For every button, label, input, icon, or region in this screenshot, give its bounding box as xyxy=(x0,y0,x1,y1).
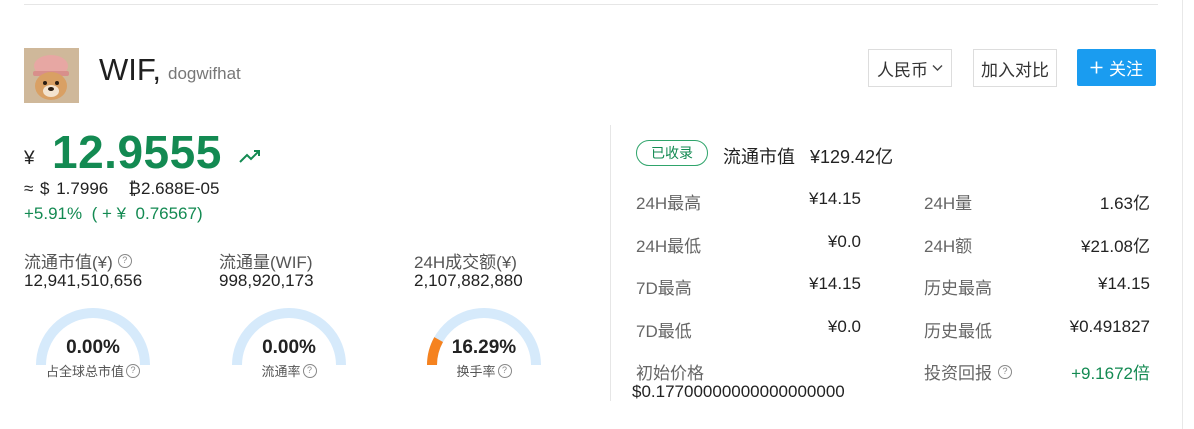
stat-value-24h-turnover: 2,107,882,880 xyxy=(414,271,523,290)
top-divider xyxy=(24,4,1158,5)
stat-label-text: 流通市值(¥) xyxy=(24,253,113,272)
price-change: +5.91% ( + ¥ 0.76567) xyxy=(24,204,203,223)
detail-label: 24H额 xyxy=(924,237,973,256)
current-price: 12.9555 xyxy=(52,126,222,178)
detail-label: 24H最高 xyxy=(636,194,702,213)
gauge-label: 换手率 ? xyxy=(422,361,546,380)
approx-prices: ≈ $ 1.7996 ₿2.688E-05 xyxy=(24,179,219,199)
detail-value: ¥21.08亿 xyxy=(1081,237,1150,256)
gauge-label-text: 换手率 xyxy=(456,364,496,379)
gauge-circulation-rate: 0.00% 流通率 ? xyxy=(227,303,351,383)
follow-button[interactable]: 关注 xyxy=(1077,49,1156,86)
approx-usd: ≈ $ 1.7996 xyxy=(24,179,109,198)
market-cap-label: 流通市值 xyxy=(723,147,795,167)
gauge-label-text: 占全球总市值 xyxy=(45,364,124,379)
detail-label-roi: 投资回报 ? xyxy=(924,359,1012,384)
stat-label-circulating-mcap: 流通市值(¥) ? xyxy=(24,248,132,273)
gauge-label-text: 流通率 xyxy=(261,364,301,379)
gauge-value: 0.00% xyxy=(262,337,316,358)
stat-value-supply: 998,920,173 xyxy=(219,271,314,290)
detail-value: ¥0.0 xyxy=(827,317,861,336)
coin-logo xyxy=(24,48,79,103)
help-icon[interactable]: ? xyxy=(302,363,317,378)
market-cap-value: ¥129.42亿 xyxy=(810,147,894,167)
plus-icon xyxy=(1090,61,1103,74)
detail-label: 7D最高 xyxy=(636,279,692,298)
stat-value-circulating-mcap: 12,941,510,656 xyxy=(24,271,143,290)
detail-label: 历史最高 xyxy=(924,279,992,298)
right-divider xyxy=(1182,0,1183,429)
initial-price-value: $0.17700000000000000000 xyxy=(632,382,845,401)
add-compare-label: 加入对比 xyxy=(981,60,1049,80)
coin-name: dogwifhat xyxy=(168,64,241,83)
help-icon[interactable]: ? xyxy=(117,253,132,268)
gauge-value: 16.29% xyxy=(451,337,517,358)
detail-value: ¥14.15 xyxy=(1098,274,1150,293)
detail-value: ¥0.491827 xyxy=(1069,317,1150,336)
detail-value: ¥0.0 xyxy=(827,232,861,251)
gauge-turnover-rate: 16.29% 换手率 ? xyxy=(422,303,546,383)
currency-select[interactable]: 人民币 xyxy=(868,49,952,87)
add-compare-button[interactable]: 加入对比 xyxy=(973,49,1057,87)
detail-label: 历史最低 xyxy=(924,322,992,341)
chevron-down-icon xyxy=(932,65,943,71)
detail-label: 24H最低 xyxy=(636,237,702,256)
stat-label-text: 流通量(WIF) xyxy=(219,253,313,272)
listed-badge: 已收录 xyxy=(636,140,708,166)
follow-label: 关注 xyxy=(1109,60,1143,79)
detail-label: 24H量 xyxy=(924,194,973,213)
initial-price-label: 初始价格 xyxy=(636,364,704,383)
gauge-value: 0.00% xyxy=(66,337,120,358)
gauge-global-share: 0.00% 占全球总市值 ? xyxy=(31,303,155,383)
gauge-label: 占全球总市值 ? xyxy=(31,361,155,380)
detail-value: ¥14.15 xyxy=(809,274,861,293)
help-icon[interactable]: ? xyxy=(998,364,1012,379)
stat-label-24h-turnover: 24H成交额(¥) xyxy=(414,248,517,273)
help-icon[interactable]: ? xyxy=(497,363,512,378)
detail-label: 7D最低 xyxy=(636,322,692,341)
detail-value: ¥14.15 xyxy=(809,189,861,208)
stat-label-supply: 流通量(WIF) xyxy=(219,248,312,273)
approx-btc: ₿2.688E-05 xyxy=(128,179,220,198)
coin-symbol: WIF, xyxy=(99,52,161,87)
currency-select-value: 人民币 xyxy=(877,60,928,80)
stat-label-text: 24H成交额(¥) xyxy=(414,253,517,272)
trend-up-icon xyxy=(238,148,262,169)
help-icon[interactable]: ? xyxy=(126,363,140,378)
section-divider xyxy=(610,125,611,401)
roi-label-text: 投资回报 xyxy=(924,364,992,383)
currency-symbol: ¥ xyxy=(24,148,35,169)
gauge-label: 流通率 ? xyxy=(227,361,351,380)
detail-value-roi: +9.1672倍 xyxy=(1071,364,1150,383)
detail-value: 1.63亿 xyxy=(1099,194,1150,213)
